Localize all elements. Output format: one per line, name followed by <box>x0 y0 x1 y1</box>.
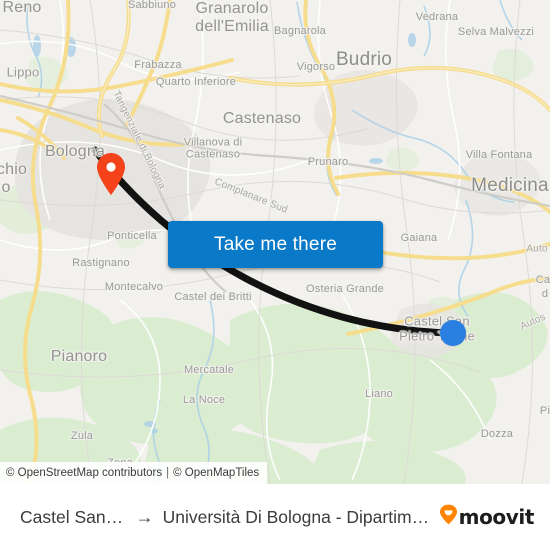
route-summary[interactable]: Castel San P... → Università Di Bologna … <box>20 507 431 528</box>
take-me-there-button[interactable]: Take me there <box>168 221 383 268</box>
map-view[interactable]: Reno Sabbiuno Granarolo dell'Emilia Bagnarol… <box>0 0 550 484</box>
attribution-separator: | <box>166 467 170 479</box>
attribution-openmaptiles[interactable]: © OpenMapTiles <box>173 467 259 479</box>
moovit-wordmark: moovit <box>458 505 535 529</box>
map-attribution: © OpenStreetMap contributors | © OpenMap… <box>0 462 268 484</box>
moovit-pin-smile-icon <box>439 504 458 530</box>
route-origin-label: Castel San P... <box>20 506 127 527</box>
route-footer-bar: Castel San P... → Università Di Bologna … <box>0 484 550 550</box>
arrow-right-icon: → <box>135 506 154 527</box>
destination-location-dot-icon[interactable] <box>440 320 466 346</box>
attribution-osm[interactable]: © OpenStreetMap contributors <box>6 467 162 479</box>
moovit-route-map-screen: Reno Sabbiuno Granarolo dell'Emilia Bagnarol… <box>0 0 550 550</box>
route-destination-label: Università Di Bologna - Dipartiment... <box>162 506 431 527</box>
moovit-logo[interactable]: moovit <box>439 504 534 530</box>
